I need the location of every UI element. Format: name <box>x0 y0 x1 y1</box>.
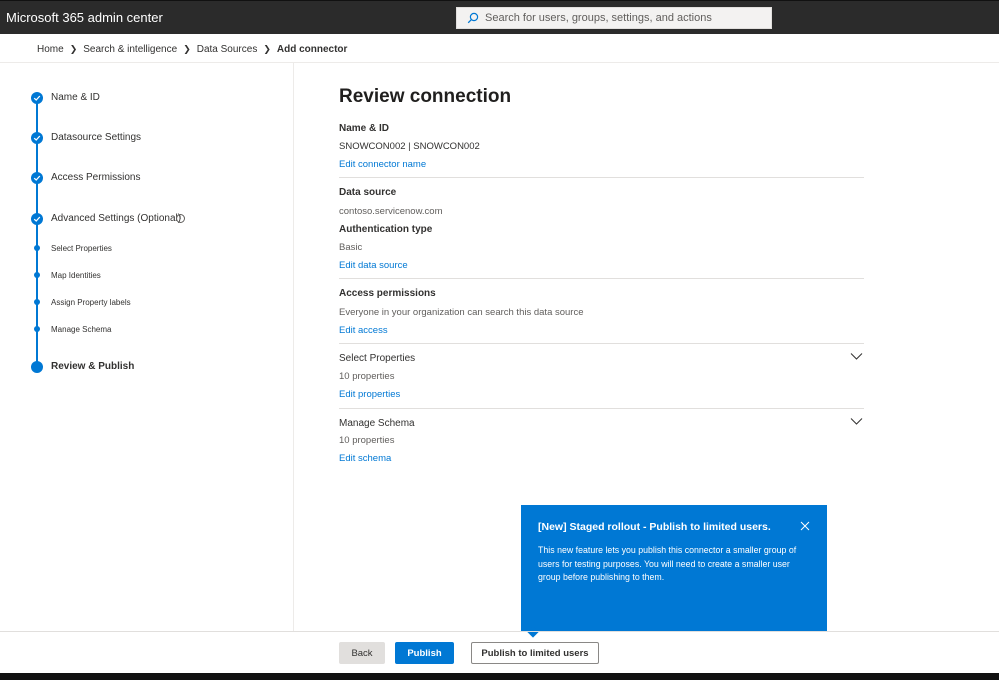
manage-schema-value: 10 properties <box>339 435 395 446</box>
page-title: Review connection <box>339 86 512 107</box>
substep-dot <box>34 245 40 251</box>
edit-properties-link[interactable]: Edit properties <box>339 389 400 400</box>
section-divider <box>339 278 864 279</box>
step-name-id[interactable]: Name & ID <box>51 92 100 103</box>
search-input[interactable] <box>485 8 765 28</box>
panel-divider <box>293 63 294 631</box>
select-properties-heading: Select Properties <box>339 353 416 364</box>
auth-type-value: Basic <box>339 242 363 253</box>
breadcrumb-divider <box>0 62 999 63</box>
publish-button[interactable]: Publish <box>395 642 454 664</box>
step-complete-check-icon <box>31 132 43 144</box>
access-permissions-value: Everyone in your organization can search… <box>339 307 584 318</box>
manage-schema-heading: Manage Schema <box>339 418 415 429</box>
bottom-edge <box>0 673 999 680</box>
staged-rollout-callout: [New] Staged rollout - Publish to limite… <box>521 505 827 631</box>
edit-schema-link[interactable]: Edit schema <box>339 453 391 464</box>
app-title[interactable]: Microsoft 365 admin center <box>6 10 163 25</box>
search-box[interactable] <box>456 7 772 29</box>
edit-access-link[interactable]: Edit access <box>339 325 388 336</box>
substep-select-properties[interactable]: Select Properties <box>51 244 112 253</box>
data-source-value: contoso.servicenow.com <box>339 206 443 217</box>
substep-assign-property-labels[interactable]: Assign Property labels <box>51 298 131 307</box>
access-permissions-heading: Access permissions <box>339 288 436 299</box>
chevron-down-icon[interactable] <box>850 352 863 361</box>
step-datasource-settings[interactable]: Datasource Settings <box>51 132 141 143</box>
search-icon <box>467 12 479 24</box>
section-divider <box>339 343 864 344</box>
back-button[interactable]: Back <box>339 642 385 664</box>
step-access-permissions[interactable]: Access Permissions <box>51 172 140 183</box>
footer-divider <box>0 631 999 632</box>
breadcrumb-home[interactable]: Home <box>37 44 64 55</box>
substep-dot <box>34 326 40 332</box>
auth-type-heading: Authentication type <box>339 224 433 235</box>
edit-connector-name-link[interactable]: Edit connector name <box>339 159 426 170</box>
chevron-right-icon: ❯ <box>263 43 271 54</box>
info-icon[interactable]: i <box>176 214 185 223</box>
step-review-publish[interactable]: Review & Publish <box>51 361 134 372</box>
substep-dot <box>34 299 40 305</box>
chevron-down-icon[interactable] <box>850 417 863 426</box>
close-icon[interactable] <box>800 521 810 531</box>
chevron-right-icon: ❯ <box>69 43 78 54</box>
step-current-indicator <box>31 361 43 373</box>
name-id-heading: Name & ID <box>339 123 390 134</box>
data-source-heading: Data source <box>339 187 397 198</box>
callout-body: This new feature lets you publish this c… <box>538 545 797 582</box>
substep-map-identities[interactable]: Map Identities <box>51 271 101 280</box>
edit-data-source-link[interactable]: Edit data source <box>339 260 408 271</box>
step-complete-check-icon <box>31 213 43 225</box>
breadcrumb-search-intelligence[interactable]: Search & intelligence <box>83 44 177 55</box>
step-advanced-settings[interactable]: Advanced Settings (Optional) <box>51 213 181 224</box>
breadcrumb-current: Add connector <box>276 43 348 55</box>
step-complete-check-icon <box>31 92 43 104</box>
chevron-right-icon: ❯ <box>183 43 191 54</box>
name-id-value: SNOWCON002 | SNOWCON002 <box>339 141 480 152</box>
publish-limited-button[interactable]: Publish to limited users <box>471 642 599 664</box>
section-divider <box>339 408 864 409</box>
breadcrumb-data-sources[interactable]: Data Sources <box>197 44 258 55</box>
substep-dot <box>34 272 40 278</box>
breadcrumb: Home ❯ Search & intelligence ❯ Data Sour… <box>37 42 347 56</box>
select-properties-value: 10 properties <box>339 371 395 382</box>
top-bar: Microsoft 365 admin center <box>0 0 999 34</box>
callout-title: [New] Staged rollout - Publish to limite… <box>538 521 771 533</box>
section-divider <box>339 177 864 178</box>
substep-manage-schema[interactable]: Manage Schema <box>51 325 111 334</box>
step-complete-check-icon <box>31 172 43 184</box>
